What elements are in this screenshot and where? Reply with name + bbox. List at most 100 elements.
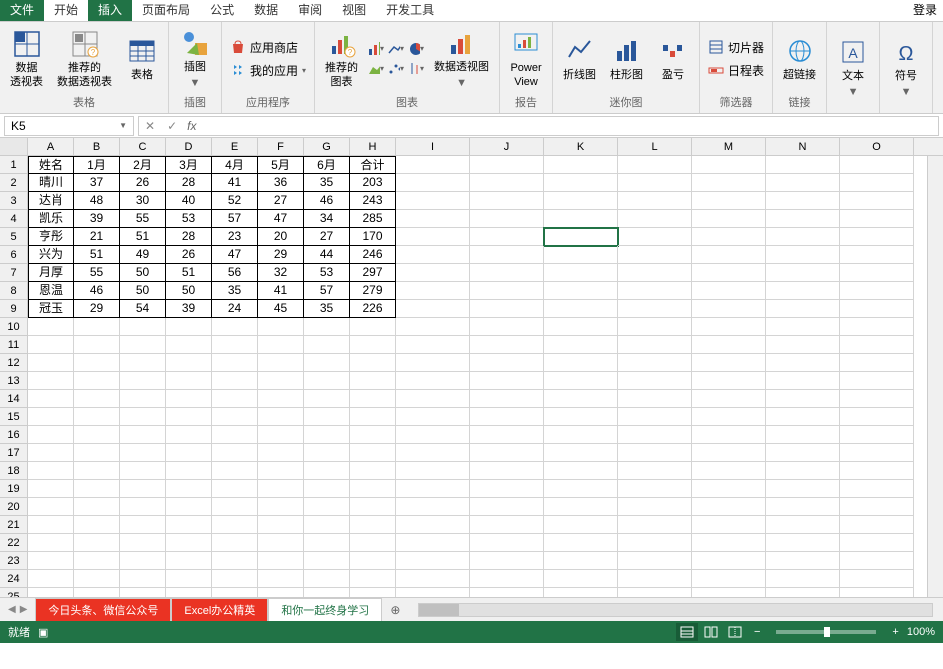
cell[interactable]: 54: [120, 300, 166, 318]
tab-数据[interactable]: 数据: [244, 0, 288, 21]
cell[interactable]: [166, 372, 212, 390]
cell[interactable]: [544, 246, 618, 264]
cell[interactable]: [840, 408, 914, 426]
cell[interactable]: [692, 498, 766, 516]
cell[interactable]: [304, 426, 350, 444]
cell[interactable]: [470, 552, 544, 570]
vertical-scrollbar[interactable]: [927, 156, 943, 597]
cell[interactable]: [74, 372, 120, 390]
cell[interactable]: [470, 534, 544, 552]
cell[interactable]: [692, 210, 766, 228]
cell[interactable]: 52: [212, 192, 258, 210]
column-header[interactable]: B: [74, 138, 120, 155]
cell[interactable]: 29: [74, 300, 120, 318]
cell[interactable]: [470, 516, 544, 534]
cell[interactable]: [120, 390, 166, 408]
cell[interactable]: [258, 570, 304, 588]
cell[interactable]: [74, 426, 120, 444]
cell[interactable]: 32: [258, 264, 304, 282]
cell[interactable]: 30: [120, 192, 166, 210]
cell[interactable]: [544, 372, 618, 390]
cell[interactable]: [470, 174, 544, 192]
cell[interactable]: [618, 444, 692, 462]
cell[interactable]: [766, 300, 840, 318]
cell[interactable]: [74, 588, 120, 597]
tab-开始[interactable]: 开始: [44, 0, 88, 21]
cell[interactable]: [304, 588, 350, 597]
cell[interactable]: [258, 498, 304, 516]
cell[interactable]: [304, 318, 350, 336]
cell[interactable]: [840, 588, 914, 597]
pie-chart-icon[interactable]: ▾: [408, 41, 424, 57]
cell[interactable]: 月厚: [28, 264, 74, 282]
cell[interactable]: 39: [166, 300, 212, 318]
login-link[interactable]: 登录: [907, 0, 943, 21]
cell[interactable]: [212, 408, 258, 426]
cell[interactable]: [618, 480, 692, 498]
line-chart-icon[interactable]: ▾: [388, 41, 404, 57]
cell[interactable]: [166, 498, 212, 516]
cell[interactable]: 46: [74, 282, 120, 300]
cell[interactable]: [692, 480, 766, 498]
cell[interactable]: [28, 498, 74, 516]
cell[interactable]: [258, 318, 304, 336]
cell[interactable]: 34: [304, 210, 350, 228]
stock-chart-icon[interactable]: ▾: [408, 61, 424, 77]
cell[interactable]: [692, 408, 766, 426]
row-header[interactable]: 2: [0, 174, 27, 192]
cell[interactable]: [350, 426, 396, 444]
cell[interactable]: [618, 282, 692, 300]
row-header[interactable]: 6: [0, 246, 27, 264]
cell[interactable]: 达肖: [28, 192, 74, 210]
cell[interactable]: [166, 588, 212, 597]
cell[interactable]: 53: [166, 210, 212, 228]
cell[interactable]: [258, 426, 304, 444]
column-header[interactable]: E: [212, 138, 258, 155]
cell[interactable]: [396, 282, 470, 300]
cell[interactable]: [692, 318, 766, 336]
name-box[interactable]: K5 ▼: [4, 116, 134, 136]
cell[interactable]: [396, 156, 470, 174]
horizontal-scrollbar[interactable]: [418, 603, 933, 617]
cell[interactable]: [618, 336, 692, 354]
cell[interactable]: [618, 210, 692, 228]
row-header[interactable]: 13: [0, 372, 27, 390]
cell[interactable]: [766, 570, 840, 588]
cell[interactable]: [28, 318, 74, 336]
cell[interactable]: 49: [120, 246, 166, 264]
cell[interactable]: [120, 408, 166, 426]
sheet-tab[interactable]: 和你一起终身学习: [268, 598, 382, 621]
cell[interactable]: [28, 588, 74, 597]
cell[interactable]: [304, 534, 350, 552]
cell[interactable]: [396, 390, 470, 408]
cell[interactable]: [840, 516, 914, 534]
cell[interactable]: [396, 480, 470, 498]
row-header[interactable]: 25: [0, 588, 27, 597]
cell[interactable]: [166, 354, 212, 372]
cell[interactable]: 合计: [350, 156, 396, 174]
illustrations-button[interactable]: 插图 ▼: [175, 25, 215, 91]
sheet-tab[interactable]: 今日头条、微信公众号: [35, 598, 171, 621]
cell[interactable]: [544, 588, 618, 597]
cell[interactable]: 44: [304, 246, 350, 264]
cell[interactable]: [28, 354, 74, 372]
cell[interactable]: [544, 228, 618, 246]
cell[interactable]: [840, 318, 914, 336]
cell[interactable]: 29: [258, 246, 304, 264]
cell[interactable]: 53: [304, 264, 350, 282]
cell[interactable]: [304, 390, 350, 408]
cell[interactable]: [166, 570, 212, 588]
cell[interactable]: [470, 192, 544, 210]
cell[interactable]: [258, 390, 304, 408]
cell[interactable]: [692, 516, 766, 534]
sheet-nav-prev-icon[interactable]: ◀: [8, 604, 16, 615]
cell[interactable]: 晴川: [28, 174, 74, 192]
cell[interactable]: 170: [350, 228, 396, 246]
column-header[interactable]: I: [396, 138, 470, 155]
cell[interactable]: [28, 462, 74, 480]
cell[interactable]: 兴为: [28, 246, 74, 264]
bar-chart-icon[interactable]: ▾: [368, 41, 384, 57]
cell[interactable]: [470, 570, 544, 588]
cell[interactable]: [840, 444, 914, 462]
cell[interactable]: [212, 426, 258, 444]
